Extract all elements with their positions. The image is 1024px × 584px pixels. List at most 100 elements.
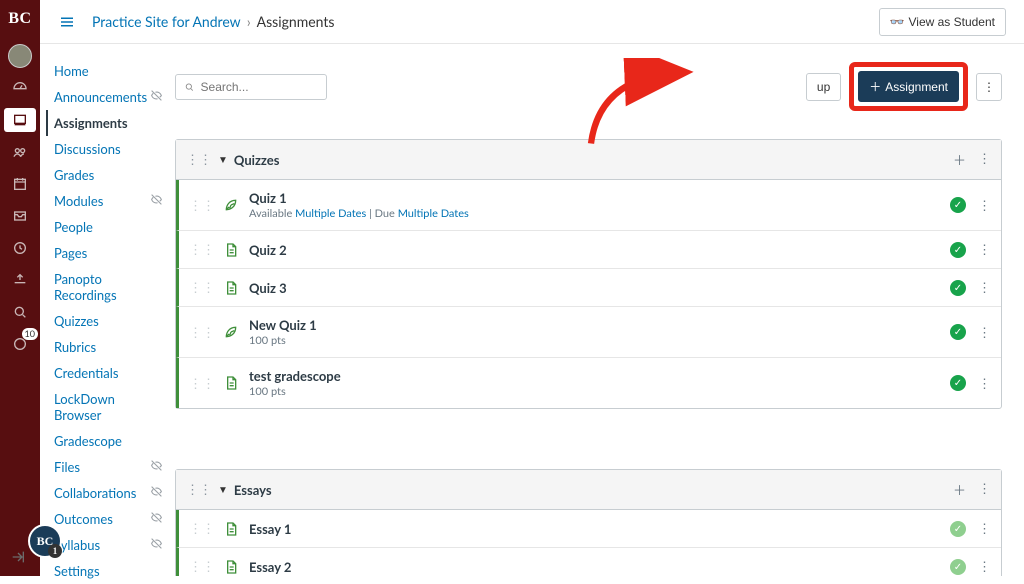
- sidenav-label: Settings: [54, 563, 100, 579]
- search-icon: [184, 81, 195, 93]
- row-kebab-icon[interactable]: ⋮: [978, 197, 991, 214]
- row-kebab-icon[interactable]: ⋮: [978, 520, 991, 537]
- sidenav-item-panopto-recordings[interactable]: Panopto Recordings: [50, 266, 167, 308]
- assignment-meta: 100 pts: [249, 385, 950, 398]
- group-add-icon[interactable]: ＋: [953, 480, 966, 499]
- drag-handle-icon[interactable]: ⋮⋮: [186, 151, 212, 168]
- bubble-badge: 1: [48, 544, 62, 558]
- groups-icon[interactable]: [4, 140, 36, 164]
- drag-handle-icon[interactable]: ⋮⋮: [189, 558, 215, 575]
- published-status-icon[interactable]: ✓: [950, 197, 966, 213]
- group-header[interactable]: ⋮⋮▼Essays＋⋮: [176, 470, 1001, 510]
- drag-handle-icon[interactable]: ⋮⋮: [189, 520, 215, 537]
- help-bubble[interactable]: BC 1: [28, 524, 62, 558]
- assignment-row[interactable]: ⋮⋮Quiz 1Available Multiple Dates | Due M…: [176, 180, 1001, 230]
- breadcrumb-course[interactable]: Practice Site for Andrew: [92, 13, 241, 30]
- sidenav-label: Collaborations: [54, 485, 136, 501]
- history-icon[interactable]: [4, 236, 36, 260]
- search-input[interactable]: [201, 80, 318, 94]
- sidenav-item-settings[interactable]: Settings: [50, 558, 167, 584]
- expand-nav-icon[interactable]: [10, 549, 26, 568]
- plus-icon: ＋: [869, 78, 881, 95]
- sidenav-item-outcomes[interactable]: Outcomes: [50, 506, 167, 532]
- drag-handle-icon[interactable]: ⋮⋮: [189, 324, 215, 341]
- assignment-row[interactable]: ⋮⋮New Quiz 1100 pts✓⋮: [176, 306, 1001, 357]
- toolbar-kebab[interactable]: ⋮: [976, 73, 1002, 101]
- add-assignment-button[interactable]: ＋ Assignment: [858, 71, 959, 102]
- site-logo[interactable]: BC: [8, 4, 31, 34]
- dashboard-icon[interactable]: [4, 76, 36, 100]
- assignment-row[interactable]: ⋮⋮test gradescope100 pts✓⋮: [176, 357, 1001, 408]
- assignment-row[interactable]: ⋮⋮ Quiz 3✓ ⋮: [176, 268, 1001, 306]
- calendar-icon[interactable]: [4, 172, 36, 196]
- sidenav-item-gradescope[interactable]: Gradescope: [50, 428, 167, 454]
- rail-badge: 10: [22, 328, 38, 340]
- sidenav-item-home[interactable]: Home: [50, 58, 167, 84]
- assignment-btn-label: Assignment: [885, 80, 948, 94]
- sidenav-item-grades[interactable]: Grades: [50, 162, 167, 188]
- row-kebab-icon[interactable]: ⋮: [978, 324, 991, 341]
- help-icon[interactable]: [4, 300, 36, 324]
- sidenav-label: Quizzes: [54, 313, 99, 329]
- sidenav-item-collaborations[interactable]: Collaborations: [50, 480, 167, 506]
- row-kebab-icon[interactable]: ⋮: [978, 241, 991, 258]
- search-box[interactable]: [175, 74, 327, 100]
- assignment-group: ⋮⋮▼Quizzes＋⋮⋮⋮Quiz 1Available Multiple D…: [175, 139, 1002, 409]
- published-status-icon[interactable]: ✓: [950, 324, 966, 340]
- group-add-icon[interactable]: ＋: [953, 150, 966, 169]
- account-avatar[interactable]: [8, 44, 32, 68]
- rocket-icon: [223, 197, 239, 213]
- courses-icon[interactable]: [4, 108, 36, 132]
- sidenav-item-credentials[interactable]: Credentials: [50, 360, 167, 386]
- sidenav-item-modules[interactable]: Modules: [50, 188, 167, 214]
- doc-icon: [223, 280, 239, 296]
- inbox-icon[interactable]: [4, 204, 36, 228]
- group-kebab-icon[interactable]: ⋮: [978, 150, 991, 169]
- row-body: Quiz 3: [249, 280, 950, 296]
- assignment-row[interactable]: ⋮⋮Essay 2✓⋮: [176, 547, 1001, 576]
- sidenav-item-files[interactable]: Files: [50, 454, 167, 480]
- drag-handle-icon[interactable]: ⋮⋮: [189, 197, 215, 214]
- doc-icon: [223, 375, 239, 391]
- sidenav-item-discussions[interactable]: Discussions: [50, 136, 167, 162]
- group-header[interactable]: ⋮⋮ ▼ Quizzes＋ ⋮: [176, 140, 1001, 180]
- sidenav-item-rubrics[interactable]: Rubrics: [50, 334, 167, 360]
- doc-icon: [223, 521, 239, 537]
- published-status-icon[interactable]: ✓: [950, 559, 966, 575]
- folio-icon[interactable]: 10: [4, 332, 36, 356]
- hamburger-icon[interactable]: [58, 13, 76, 31]
- hidden-icon: [150, 89, 163, 105]
- caret-down-icon[interactable]: ▼: [218, 154, 228, 166]
- drag-handle-icon[interactable]: ⋮⋮: [189, 375, 215, 392]
- row-kebab-icon[interactable]: ⋮: [978, 375, 991, 392]
- sidenav-item-quizzes[interactable]: Quizzes: [50, 308, 167, 334]
- row-kebab-icon[interactable]: ⋮: [978, 558, 991, 575]
- topbar: Practice Site for Andrew › Assignments 👓…: [40, 0, 1024, 44]
- commons-icon[interactable]: [4, 268, 36, 292]
- sidenav-label: Credentials: [54, 365, 118, 381]
- row-kebab-icon[interactable]: ⋮: [978, 279, 991, 296]
- view-as-student-button[interactable]: 👓 View as Student: [879, 8, 1006, 36]
- drag-handle-icon[interactable]: ⋮⋮: [186, 481, 212, 498]
- sidenav-item-syllabus[interactable]: Syllabus: [50, 532, 167, 558]
- sidenav-item-lockdown-browser[interactable]: LockDown Browser: [50, 386, 167, 428]
- group-kebab-icon[interactable]: ⋮: [978, 480, 991, 499]
- sidenav-item-announcements[interactable]: Announcements: [50, 84, 167, 110]
- sidenav-label: Rubrics: [54, 339, 96, 355]
- drag-handle-icon[interactable]: ⋮⋮: [189, 279, 215, 296]
- assignment-row[interactable]: ⋮⋮Essay 1✓⋮: [176, 510, 1001, 547]
- published-status-icon[interactable]: ✓: [950, 521, 966, 537]
- group-title: Quizzes: [234, 152, 953, 168]
- sidenav-item-pages[interactable]: Pages: [50, 240, 167, 266]
- drag-handle-icon[interactable]: ⋮⋮: [189, 241, 215, 258]
- sidenav-item-assignments[interactable]: Assignments: [46, 110, 167, 136]
- published-status-icon[interactable]: ✓: [950, 375, 966, 391]
- published-status-icon[interactable]: ✓: [950, 280, 966, 296]
- course-nav: HomeAnnouncementsAssignmentsDiscussionsG…: [40, 44, 175, 576]
- published-status-icon[interactable]: ✓: [950, 242, 966, 258]
- assignment-row[interactable]: ⋮⋮Quiz 2✓⋮: [176, 230, 1001, 268]
- add-group-button[interactable]: up: [806, 73, 841, 101]
- caret-down-icon[interactable]: ▼: [218, 484, 228, 496]
- sidenav-item-people[interactable]: People: [50, 214, 167, 240]
- sidenav-label: Files: [54, 459, 80, 475]
